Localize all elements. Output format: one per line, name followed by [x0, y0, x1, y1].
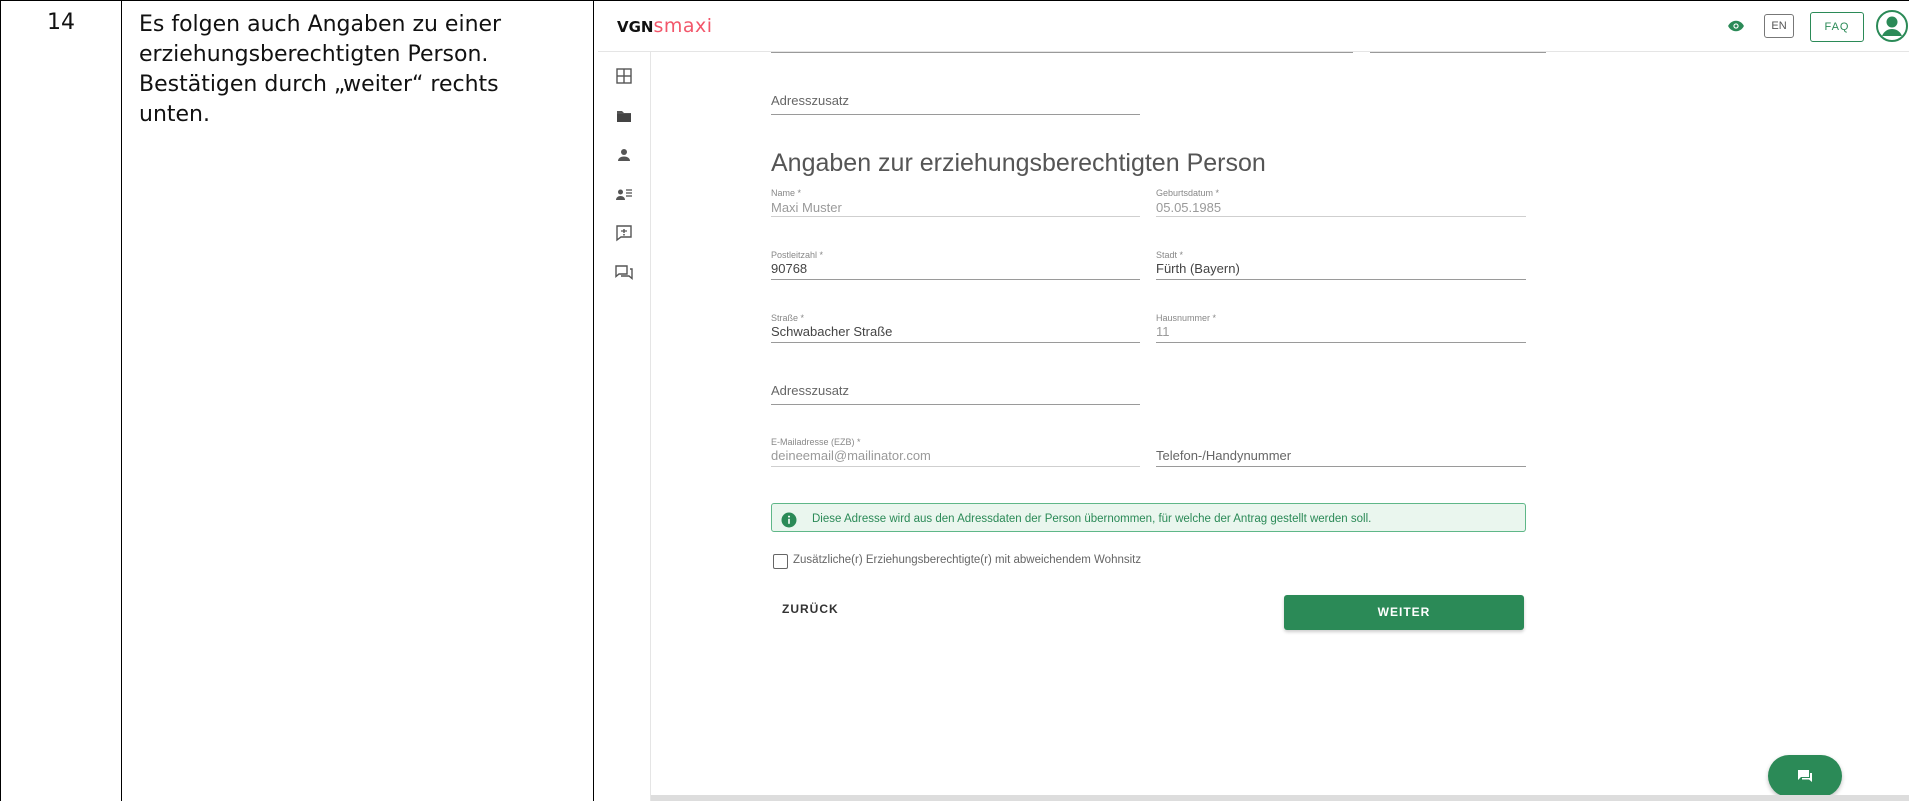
- field-underline: [771, 404, 1140, 405]
- name-value: Maxi Muster: [771, 200, 842, 215]
- account-circle-icon[interactable]: [1875, 9, 1909, 43]
- info-box: Diese Adresse wird aus den Adressdaten d…: [771, 503, 1526, 532]
- language-button[interactable]: EN: [1764, 14, 1794, 38]
- house-number-value: 11: [1156, 324, 1170, 339]
- city-label: Stadt *: [1156, 250, 1184, 260]
- birthdate-value: 05.05.1985: [1156, 200, 1222, 215]
- chat-icon[interactable]: [615, 263, 633, 281]
- address-extra-field[interactable]: Adresszusatz: [771, 380, 1140, 405]
- instruction-line: Bestätigen durch „weiter“ rechts: [139, 72, 499, 97]
- table-border-top: [0, 0, 1909, 1]
- name-label: Name *: [771, 188, 802, 198]
- instruction-text: Es folgen auch Angaben zu einer erziehun…: [139, 10, 569, 130]
- email-value: deineemail@mailinator.com: [771, 448, 931, 463]
- logo-smaxi: smaxi: [653, 15, 713, 37]
- address-extra-placeholder: Adresszusatz: [771, 383, 850, 398]
- person-list-icon[interactable]: [615, 185, 633, 203]
- postal-code-field[interactable]: Postleitzahl * 90768: [771, 250, 1140, 280]
- field-underline: [771, 114, 1140, 115]
- person-icon[interactable]: [615, 146, 633, 164]
- sidebar: [598, 52, 651, 801]
- street-value: Schwabacher Straße: [771, 324, 893, 339]
- field-underline: [771, 466, 1140, 467]
- chat-fab-button[interactable]: [1768, 755, 1842, 797]
- house-number-label: Hausnummer *: [1156, 313, 1217, 323]
- app-header: VGNsmaxi EN FAQ: [598, 3, 1909, 52]
- city-field[interactable]: Stadt * Fürth (Bayern): [1156, 250, 1526, 280]
- postal-code-value: 90768: [771, 261, 808, 276]
- birthdate-field[interactable]: Geburtsdatum * 05.05.1985: [1156, 188, 1526, 217]
- field-underline: [1156, 342, 1526, 343]
- additional-guardian-checkbox[interactable]: [773, 554, 788, 569]
- instruction-line: erziehungsberechtigten Person.: [139, 42, 489, 67]
- folder-icon[interactable]: [615, 107, 633, 125]
- city-value: Fürth (Bayern): [1156, 261, 1240, 276]
- info-icon: [781, 512, 797, 528]
- eye-icon[interactable]: [1727, 17, 1745, 35]
- street-label: Straße *: [771, 313, 805, 323]
- phone-placeholder: Telefon-/Handynummer: [1156, 448, 1292, 463]
- field-underline: [771, 52, 1353, 53]
- email-label: E-Mailadresse (EZB) *: [771, 437, 861, 447]
- section-title: Angaben zur erziehungsberechtigten Perso…: [771, 149, 1266, 177]
- step-number: 14: [47, 10, 75, 35]
- additional-guardian-label: Zusätzliche(r) Erziehungsberechtigte(r) …: [793, 554, 1142, 566]
- phone-field[interactable]: Telefon-/Handynummer: [1156, 442, 1526, 467]
- chat-bubble-icon: [1798, 770, 1812, 782]
- form-content: Adresszusatz Angaben zur erziehungsberec…: [651, 52, 1909, 801]
- email-field[interactable]: E-Mailadresse (EZB) * deineemail@mailina…: [771, 437, 1140, 467]
- field-underline: [1370, 52, 1546, 53]
- field-underline: [1156, 216, 1526, 217]
- field-underline: [1156, 279, 1526, 280]
- instruction-line: Es folgen auch Angaben zu einer: [139, 12, 502, 37]
- info-text: Diese Adresse wird aus den Adressdaten d…: [812, 513, 1372, 525]
- grid-icon[interactable]: [615, 67, 633, 85]
- field-underline: [1156, 466, 1526, 467]
- logo[interactable]: VGNsmaxi: [617, 15, 713, 37]
- faq-button[interactable]: FAQ: [1810, 12, 1864, 42]
- field-underline: [771, 216, 1140, 217]
- name-field[interactable]: Name * Maxi Muster: [771, 188, 1140, 217]
- app-screenshot: VGNsmaxi EN FAQ Adresszusatz Angaben zur…: [598, 3, 1909, 801]
- next-button[interactable]: WEITER: [1284, 595, 1524, 630]
- postal-code-label: Postleitzahl *: [771, 250, 824, 260]
- instruction-line: unten.: [139, 102, 210, 127]
- address-extra-top-placeholder: Adresszusatz: [771, 93, 850, 108]
- table-border-col1: [121, 0, 122, 801]
- back-button[interactable]: ZURÜCK: [782, 602, 839, 616]
- feedback-icon[interactable]: [615, 224, 633, 242]
- birthdate-label: Geburtsdatum *: [1156, 188, 1220, 198]
- house-number-field[interactable]: Hausnummer * 11: [1156, 313, 1526, 343]
- logo-vgn: VGN: [617, 18, 654, 36]
- step-number-cell: 14: [0, 0, 121, 801]
- field-underline: [771, 342, 1140, 343]
- field-underline: [771, 279, 1140, 280]
- horizontal-scrollbar[interactable]: [651, 795, 1909, 801]
- street-field[interactable]: Straße * Schwabacher Straße: [771, 313, 1140, 343]
- table-border-col2: [593, 0, 594, 801]
- address-extra-top-field[interactable]: Adresszusatz: [771, 90, 1140, 115]
